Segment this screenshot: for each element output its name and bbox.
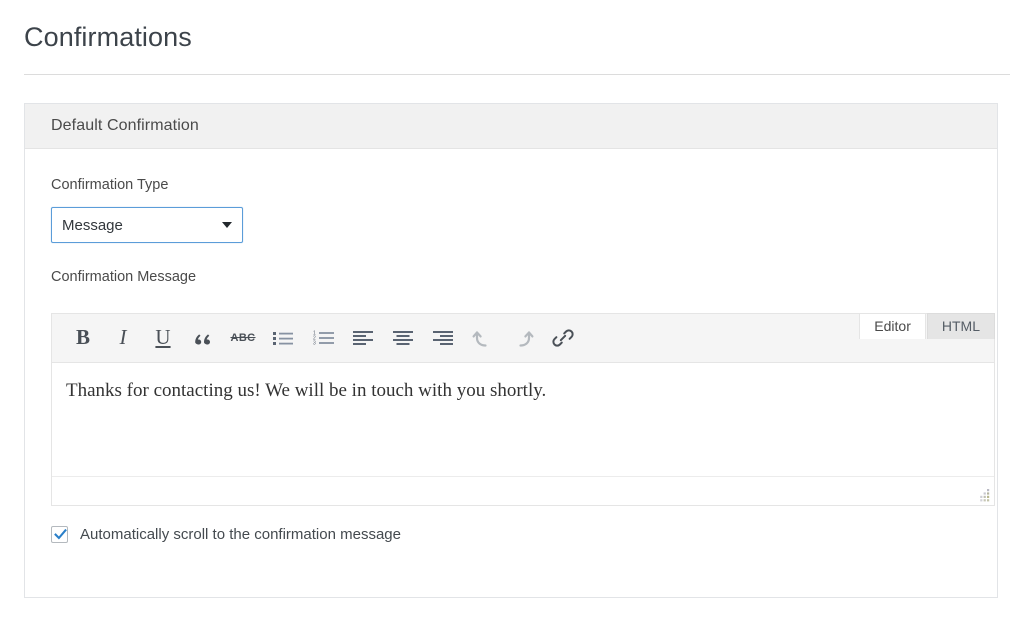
editor-frame: B I U ABC 1 2 3 Thanks for contacting us… xyxy=(51,312,995,506)
confirmation-type-selected-value: Message xyxy=(62,216,123,234)
svg-text:3: 3 xyxy=(313,341,316,345)
auto-scroll-checkbox[interactable] xyxy=(51,525,68,543)
editor-content-text: Thanks for contacting us! We will be in … xyxy=(66,379,547,401)
auto-scroll-row: Automatically scroll to the confirmation… xyxy=(51,525,971,543)
align-center-icon[interactable] xyxy=(388,323,418,353)
strikethrough-glyph: ABC xyxy=(230,331,256,344)
chevron-down-icon xyxy=(222,222,232,229)
editor-toolbar: B I U ABC 1 2 3 xyxy=(52,313,994,363)
confirmation-message-field: Confirmation Message xyxy=(51,269,971,286)
italic-icon[interactable]: I xyxy=(108,323,138,353)
redo-icon[interactable] xyxy=(508,323,538,353)
confirmation-type-label: Confirmation Type xyxy=(51,177,169,193)
confirmation-message-editor: Editor HTML B I U ABC 1 2 3 Thanks for c… xyxy=(51,312,995,506)
align-left-icon[interactable] xyxy=(348,323,378,353)
underline-icon[interactable]: U xyxy=(148,323,178,353)
italic-glyph: I xyxy=(119,325,127,350)
default-confirmation-panel: Default Confirmation Confirmation Type M… xyxy=(24,103,998,598)
panel-header: Default Confirmation xyxy=(25,104,997,149)
align-right-icon[interactable] xyxy=(428,323,458,353)
confirmation-type-field: Confirmation Type Message xyxy=(51,177,971,244)
panel-body: Confirmation Type Message Confirmation M… xyxy=(25,149,997,543)
check-icon xyxy=(54,528,67,540)
confirmation-type-select[interactable]: Message xyxy=(51,207,243,244)
strikethrough-icon[interactable]: ABC xyxy=(228,323,258,353)
undo-icon[interactable] xyxy=(468,323,498,353)
tab-editor[interactable]: Editor xyxy=(859,312,926,339)
confirmation-type-select-box[interactable]: Message xyxy=(51,207,243,244)
auto-scroll-label[interactable]: Automatically scroll to the confirmation… xyxy=(80,526,401,543)
link-icon[interactable] xyxy=(548,323,578,353)
editor-content-area[interactable]: Thanks for contacting us! We will be in … xyxy=(52,362,994,476)
editor-tab-strip: Editor HTML xyxy=(859,312,995,339)
blockquote-icon[interactable] xyxy=(188,323,218,353)
title-divider xyxy=(24,74,1010,75)
confirmation-message-label: Confirmation Message xyxy=(51,269,197,286)
numbered-list-icon[interactable]: 1 2 3 xyxy=(308,323,338,353)
editor-status-bar xyxy=(52,475,994,505)
page-title: Confirmations xyxy=(24,22,192,52)
panel-header-title: Default Confirmation xyxy=(51,117,199,134)
resize-grip-icon[interactable] xyxy=(977,488,990,502)
tab-html[interactable]: HTML xyxy=(926,312,995,339)
bold-icon[interactable]: B xyxy=(68,323,98,353)
bold-glyph: B xyxy=(75,325,90,350)
bulleted-list-icon[interactable] xyxy=(268,323,298,353)
underline-glyph: U xyxy=(155,325,171,350)
